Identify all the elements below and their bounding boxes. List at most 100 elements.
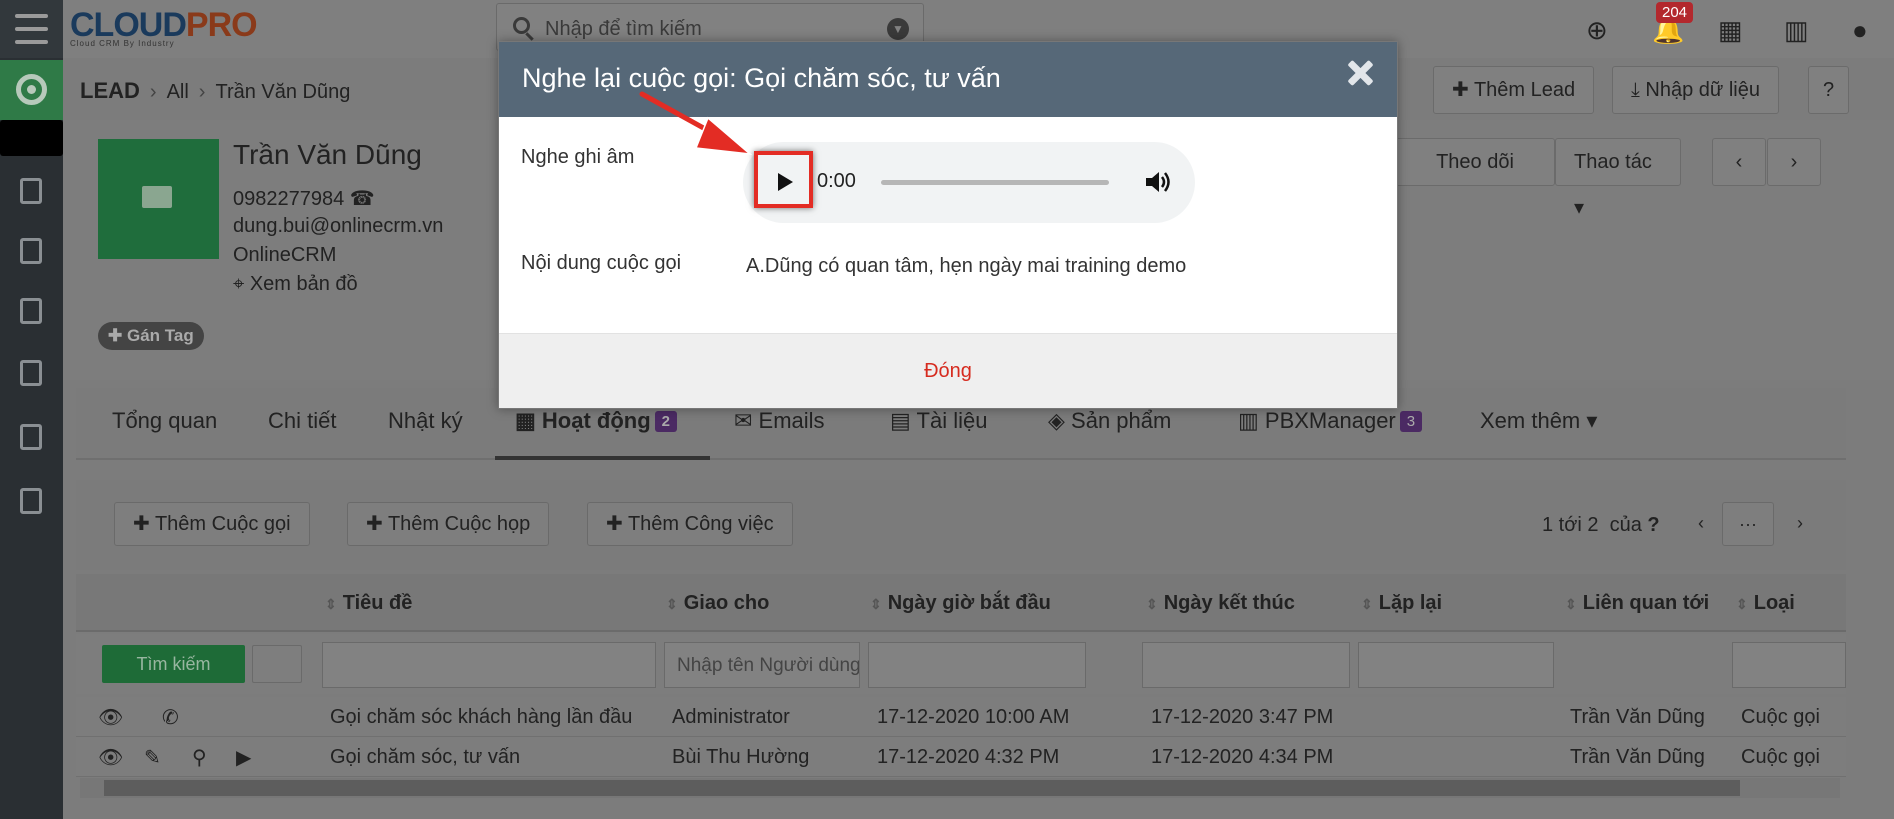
view-icon[interactable]: 👁 bbox=[98, 745, 123, 770]
app-logo[interactable]: CLOUDPRO Cloud CRM By Industry bbox=[70, 6, 258, 48]
horizontal-scrollbar[interactable] bbox=[80, 778, 1840, 798]
col-repeat[interactable]: ⇕ Lặp lại bbox=[1361, 592, 1442, 615]
tab-emails[interactable]: ✉ Emails bbox=[734, 408, 825, 434]
sidebar-item-contacts-icon[interactable] bbox=[20, 238, 42, 264]
view-icon[interactable]: 👁 bbox=[98, 705, 123, 730]
search-button[interactable]: Tìm kiếm bbox=[102, 645, 245, 683]
recording-label: Nghe ghi âm bbox=[521, 146, 635, 168]
calendar-icon[interactable]: ▦ bbox=[1718, 15, 1743, 46]
active-tab-indicator bbox=[495, 456, 710, 460]
follow-button[interactable]: Theo dõi bbox=[1395, 138, 1555, 186]
phone-icon[interactable]: ✆ bbox=[162, 705, 179, 730]
tab-overview[interactable]: Tổng quan bbox=[112, 408, 217, 434]
pagination-info: 1 tới 2 của ? bbox=[1542, 514, 1660, 536]
next-record-button[interactable]: › bbox=[1767, 138, 1821, 186]
filter-title-input[interactable] bbox=[322, 642, 656, 688]
add-meeting-button[interactable]: ✚ Thêm Cuộc họp bbox=[347, 502, 550, 546]
col-assignee[interactable]: ⇕ Giao cho bbox=[666, 592, 769, 615]
tab-products[interactable]: ◈ Sản phẩm bbox=[1048, 408, 1171, 434]
breadcrumb-record: Trần Văn Dũng bbox=[215, 81, 351, 103]
user-icon[interactable]: ● bbox=[1852, 15, 1868, 46]
table-row[interactable]: 👁 ✎ ⚲ ▶ Gọi chăm sóc, tư vấn Bùi Thu Hườ… bbox=[76, 737, 1846, 777]
row-assignee: Bùi Thu Hường bbox=[672, 746, 810, 768]
home-icon[interactable] bbox=[0, 60, 63, 120]
close-button[interactable]: Đóng bbox=[499, 334, 1397, 409]
play-icon[interactable] bbox=[778, 173, 793, 191]
prev-record-button[interactable]: ‹ bbox=[1712, 138, 1766, 186]
row-type: Cuộc gọi bbox=[1741, 706, 1820, 728]
tab-details[interactable]: Chi tiết bbox=[268, 408, 336, 434]
tab-activities[interactable]: ▦ Hoạt động 2 bbox=[515, 408, 678, 434]
help-button[interactable]: ? bbox=[1808, 66, 1850, 114]
tab-history[interactable]: Nhật ký bbox=[388, 408, 463, 434]
plus-circle-icon[interactable]: ⊕ bbox=[1586, 15, 1608, 46]
filter-type-input[interactable] bbox=[1732, 642, 1846, 688]
sidebar-item-leads[interactable] bbox=[0, 120, 63, 156]
filter-assignee-input[interactable]: Nhập tên Người dùng bbox=[664, 642, 860, 688]
search-icon bbox=[513, 17, 530, 34]
row-title[interactable]: Gọi chăm sóc, tư vấn bbox=[330, 746, 520, 769]
lead-email[interactable]: dung.bui@onlinecrm.vn bbox=[233, 215, 443, 238]
call-content-label: Nội dung cuộc gọi bbox=[521, 252, 682, 274]
filter-start-input[interactable] bbox=[868, 642, 1086, 688]
tab-more[interactable]: Xem thêm ▾ bbox=[1480, 408, 1597, 434]
import-data-button[interactable]: ⤓ Nhập dữ liệu bbox=[1612, 66, 1779, 114]
lead-name: Trần Văn Dũng bbox=[233, 139, 422, 170]
col-title[interactable]: ⇕ Tiêu đề bbox=[325, 592, 412, 615]
row-start: 17-12-2020 4:32 PM bbox=[877, 746, 1060, 768]
sidebar-item-book-icon[interactable] bbox=[20, 488, 42, 514]
edit-icon[interactable]: ✎ bbox=[144, 745, 161, 770]
sidebar-item-invoice-icon[interactable] bbox=[20, 298, 42, 324]
table-row[interactable]: 👁 ✆ Gọi chăm sóc khách hàng lần đầu Admi… bbox=[76, 697, 1846, 737]
breadcrumb-all[interactable]: All bbox=[167, 81, 189, 103]
tab-pbxmanager[interactable]: ▥ PBXManager 3 bbox=[1238, 408, 1423, 434]
map-link[interactable]: ⌖ Xem bản đồ bbox=[233, 273, 358, 296]
lead-company: OnlineCRM bbox=[233, 244, 337, 266]
prev-page-button[interactable]: ‹ bbox=[1675, 502, 1727, 546]
close-icon[interactable] bbox=[1343, 56, 1379, 92]
annotation-arrow-icon bbox=[639, 91, 753, 156]
row-type: Cuộc gọi bbox=[1741, 746, 1820, 768]
col-related[interactable]: ⇕ Liên quan tới bbox=[1565, 592, 1709, 615]
row-end: 17-12-2020 4:34 PM bbox=[1151, 746, 1334, 768]
row-related[interactable]: Trần Văn Dũng bbox=[1570, 746, 1705, 769]
add-task-button[interactable]: ✚ Thêm Công việc bbox=[587, 502, 793, 546]
row-related[interactable]: Trần Văn Dũng bbox=[1570, 706, 1705, 729]
play-recording-icon[interactable]: ▶ bbox=[236, 745, 251, 770]
link-icon[interactable]: ⚲ bbox=[192, 745, 207, 770]
actions-dropdown[interactable]: Thao tác ▾ bbox=[1555, 138, 1681, 219]
audio-time: 0:00 bbox=[817, 170, 856, 192]
lead-avatar bbox=[98, 139, 219, 259]
row-end: 17-12-2020 3:47 PM bbox=[1151, 706, 1334, 728]
chart-icon[interactable]: ▥ bbox=[1784, 15, 1809, 46]
notification-count-badge: 204 bbox=[1656, 2, 1694, 23]
add-tag-button[interactable]: ✚ Gán Tag bbox=[98, 322, 204, 350]
col-end[interactable]: ⇕ Ngày kết thúc bbox=[1146, 592, 1295, 615]
sidebar bbox=[0, 0, 63, 819]
breadcrumb-module[interactable]: LEAD bbox=[80, 78, 140, 103]
next-page-button[interactable]: › bbox=[1774, 502, 1826, 546]
row-start: 17-12-2020 10:00 AM bbox=[877, 706, 1070, 728]
sidebar-item-money-icon[interactable] bbox=[20, 178, 42, 204]
call-content-value: A.Dũng có quan tâm, hẹn ngày mai trainin… bbox=[746, 255, 1187, 277]
audio-progress-slider[interactable] bbox=[881, 180, 1109, 185]
sidebar-item-notes-icon[interactable] bbox=[20, 424, 42, 450]
tab-documents[interactable]: ▤ Tài liệu bbox=[890, 408, 987, 434]
lead-phone[interactable]: 0982277984 ☎ bbox=[233, 186, 375, 211]
col-start[interactable]: ⇕ Ngày giờ bắt đầu bbox=[870, 592, 1051, 615]
menu-toggle-icon[interactable] bbox=[0, 0, 63, 58]
modal-header: Nghe lại cuộc gọi: Gọi chăm sóc, tư vấn bbox=[499, 42, 1397, 117]
add-lead-button[interactable]: ✚ Thêm Lead bbox=[1433, 66, 1595, 114]
volume-icon[interactable] bbox=[1144, 169, 1172, 195]
sidebar-item-sales-order-icon[interactable] bbox=[20, 360, 42, 386]
breadcrumb: LEAD › All › Trần Văn Dũng bbox=[80, 78, 351, 103]
page-jump-button[interactable]: ··· bbox=[1722, 502, 1774, 546]
clear-filter-button[interactable] bbox=[252, 645, 302, 683]
col-type[interactable]: ⇕ Loại bbox=[1736, 592, 1795, 615]
filter-end-input[interactable] bbox=[1142, 642, 1350, 688]
add-call-button[interactable]: ✚ Thêm Cuộc gọi bbox=[114, 502, 310, 546]
chevron-down-icon[interactable]: ▼ bbox=[887, 18, 909, 40]
call-playback-modal: Nghe lại cuộc gọi: Gọi chăm sóc, tư vấn … bbox=[498, 41, 1398, 409]
row-title[interactable]: Gọi chăm sóc khách hàng lần đầu bbox=[330, 706, 632, 729]
filter-repeat-input[interactable] bbox=[1358, 642, 1554, 688]
